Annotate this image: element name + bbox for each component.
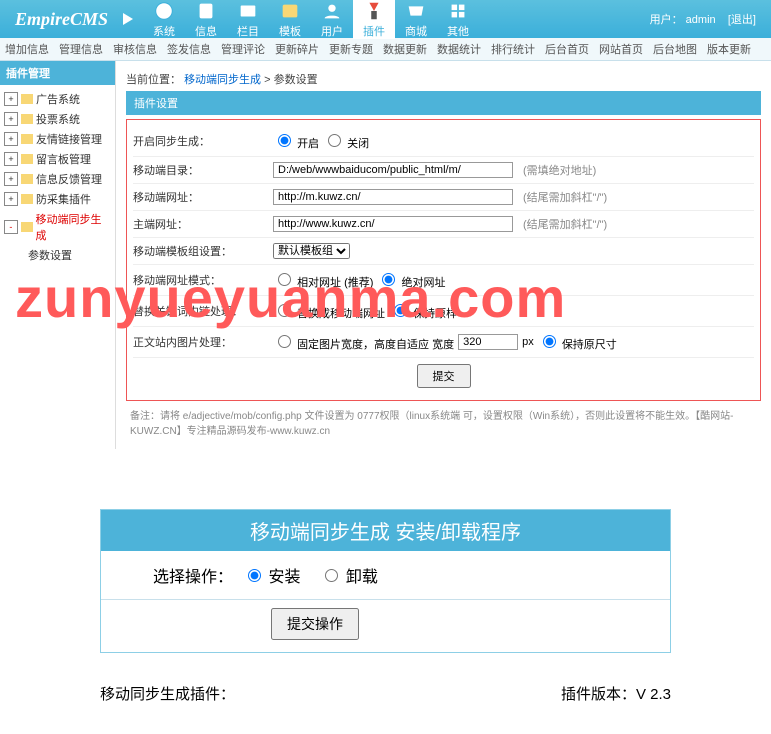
folder-icon (21, 174, 33, 184)
submit-row: 提交 (133, 358, 754, 394)
folder-icon (21, 94, 33, 104)
user-bar: 用户： admin [退出] (650, 11, 771, 27)
radio-install[interactable]: 安装 (243, 563, 300, 587)
row-mobile-dir: 移动端目录： (需填绝对地址) (133, 157, 754, 184)
plugin-name: 移动同步生成插件： (100, 683, 235, 704)
main-area: 插件管理 +广告系统 +投票系统 +友情链接管理 +留言板管理 +信息反馈管理 … (0, 61, 771, 449)
row-url-mode: 移动端网址模式： 相对网址 (推荐) 绝对网址 (133, 265, 754, 296)
user-link[interactable]: admin (686, 14, 716, 26)
sub-nav: 增加信息 管理信息 审核信息 签发信息 管理评论 更新碎片 更新专题 数据更新 … (0, 38, 771, 60)
install-label: 选择操作： (113, 563, 243, 587)
input-main-url[interactable] (273, 216, 513, 232)
install-title: 移动端同步生成 安装/卸载程序 (101, 510, 670, 551)
folder-icon (21, 194, 33, 204)
tree-params[interactable]: 参数设置 (24, 245, 115, 265)
menu-system[interactable]: 系统 (143, 0, 185, 39)
plus-icon: + (4, 92, 18, 106)
row-image: 正文站内图片处理： 固定图片宽度，高度自适应 宽度 px 保持原尺寸 (133, 327, 754, 358)
menu-other[interactable]: 其他 (437, 0, 479, 39)
radio-fixed-width[interactable]: 固定图片宽度，高度自适应 宽度 (273, 332, 454, 352)
tree-link[interactable]: +友情链接管理 (0, 129, 115, 149)
subnav-item[interactable]: 更新碎片 (275, 41, 319, 57)
submit-button[interactable]: 提交 (417, 364, 471, 388)
row-template: 移动端模板组设置： 默认模板组 (133, 238, 754, 265)
radio-rel-url[interactable]: 相对网址 (推荐) (273, 270, 373, 290)
tree-mobilesync[interactable]: -移动端同步生成 (0, 209, 115, 245)
form-area: 开启同步生成： 开启 关闭 移动端目录： (需填绝对地址) 移动端网址： (结尾… (126, 119, 761, 401)
plus-icon: + (4, 152, 18, 166)
plus-icon: + (4, 132, 18, 146)
folder-icon (21, 222, 33, 232)
row-main-url: 主端网址： (结尾需加斜杠"/") (133, 211, 754, 238)
minus-icon: - (4, 220, 18, 234)
sidebar-title: 插件管理 (0, 61, 115, 85)
radio-replace[interactable]: 替换成移动端网址 (273, 301, 385, 321)
subnav-item[interactable]: 管理评论 (221, 41, 265, 57)
plus-icon: + (4, 172, 18, 186)
radio-keep[interactable]: 保持原样 (389, 301, 457, 321)
subnav-item[interactable]: 签发信息 (167, 41, 211, 57)
radio-abs-url[interactable]: 绝对网址 (377, 270, 445, 290)
subnav-item[interactable]: 后台首页 (545, 41, 589, 57)
plus-icon: + (4, 192, 18, 206)
radio-disable[interactable]: 关闭 (323, 131, 369, 151)
tree-ad[interactable]: +广告系统 (0, 89, 115, 109)
radio-keep-size[interactable]: 保持原尺寸 (538, 332, 617, 352)
subnav-item[interactable]: 数据更新 (383, 41, 427, 57)
row-mobile-url: 移动端网址： (结尾需加斜杠"/") (133, 184, 754, 211)
folder-icon (21, 134, 33, 144)
input-dir[interactable] (273, 162, 513, 178)
breadcrumb-link[interactable]: 移动端同步生成 (184, 74, 261, 86)
menu-info[interactable]: 信息 (185, 0, 227, 39)
radio-enable[interactable]: 开启 (273, 131, 319, 151)
top-menu: 系统 信息 栏目 模板 用户 插件 商城 其他 (143, 0, 650, 39)
folder-icon (21, 154, 33, 164)
arrow-icon (123, 13, 133, 25)
install-row: 选择操作： 安装 卸载 (101, 551, 670, 600)
select-template[interactable]: 默认模板组 (273, 243, 350, 259)
subnav-item[interactable]: 版本更新 (707, 41, 751, 57)
app-header: EmpireCMS 系统 信息 栏目 模板 用户 插件 商城 其他 用户： ad… (0, 0, 771, 38)
footer-note: 备注：请将 e/adjective/mob/config.php 文件设置为 0… (126, 401, 761, 443)
logout-link[interactable]: [退出] (728, 14, 756, 26)
input-width[interactable] (458, 334, 518, 350)
plugin-version: 插件版本：V 2.3 (561, 683, 671, 704)
tree-anticollect[interactable]: +防采集插件 (0, 189, 115, 209)
tree: +广告系统 +投票系统 +友情链接管理 +留言板管理 +信息反馈管理 +防采集插… (0, 85, 115, 269)
subnav-item[interactable]: 更新专题 (329, 41, 373, 57)
breadcrumb: 当前位置： 移动端同步生成 > 参数设置 (126, 67, 761, 91)
menu-plugin[interactable]: 插件 (353, 0, 395, 39)
radio-uninstall[interactable]: 卸载 (320, 563, 377, 587)
menu-column[interactable]: 栏目 (227, 0, 269, 39)
subnav-item[interactable]: 增加信息 (5, 41, 49, 57)
content: 当前位置： 移动端同步生成 > 参数设置 插件设置 开启同步生成： 开启 关闭 … (116, 61, 771, 449)
menu-shop[interactable]: 商城 (395, 0, 437, 39)
row-keyword: 替换关键词内链处理： 替换成移动端网址 保持原样 (133, 296, 754, 327)
subnav-item[interactable]: 管理信息 (59, 41, 103, 57)
tree-feedback[interactable]: +信息反馈管理 (0, 169, 115, 189)
subnav-item[interactable]: 排行统计 (491, 41, 535, 57)
install-submit-button[interactable]: 提交操作 (271, 608, 359, 640)
install-submit-row: 提交操作 (101, 600, 670, 652)
logo: EmpireCMS (0, 9, 123, 30)
folder-icon (21, 114, 33, 124)
input-mobile-url[interactable] (273, 189, 513, 205)
row-sync-enable: 开启同步生成： 开启 关闭 (133, 126, 754, 157)
subnav-item[interactable]: 审核信息 (113, 41, 157, 57)
tree-guestbook[interactable]: +留言板管理 (0, 149, 115, 169)
menu-user[interactable]: 用户 (311, 0, 353, 39)
panel-title: 插件设置 (126, 91, 761, 115)
bottom-info: 移动同步生成插件： 插件版本：V 2.3 (100, 683, 671, 704)
tree-vote[interactable]: +投票系统 (0, 109, 115, 129)
subnav-item[interactable]: 网站首页 (599, 41, 643, 57)
install-panel: 移动端同步生成 安装/卸载程序 选择操作： 安装 卸载 提交操作 (100, 509, 671, 653)
subnav-item[interactable]: 数据统计 (437, 41, 481, 57)
subnav-item[interactable]: 后台地图 (653, 41, 697, 57)
sidebar: 插件管理 +广告系统 +投票系统 +友情链接管理 +留言板管理 +信息反馈管理 … (0, 61, 116, 449)
menu-template[interactable]: 模板 (269, 0, 311, 39)
plus-icon: + (4, 112, 18, 126)
tree-sub: 参数设置 (0, 245, 115, 265)
